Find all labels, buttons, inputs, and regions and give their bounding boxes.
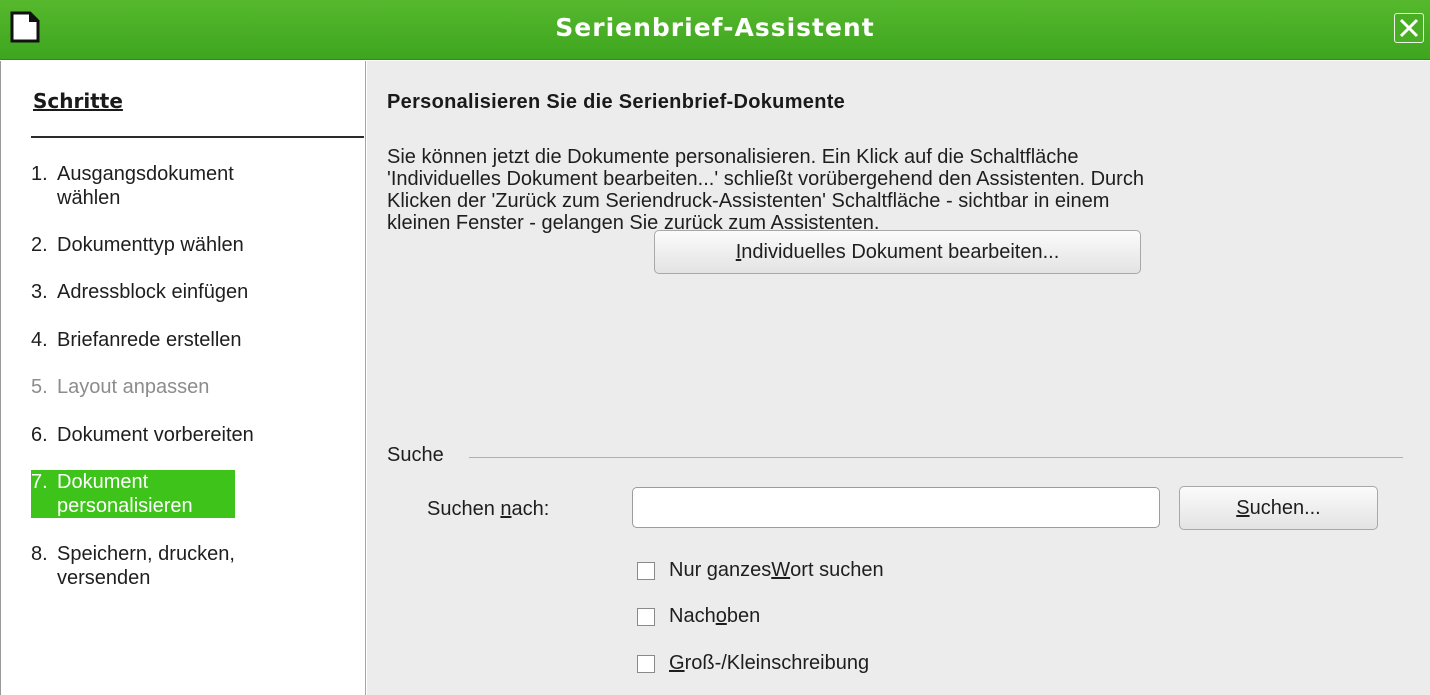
- step-item-8[interactable]: 8. Speichern, drucken, versenden: [31, 542, 317, 590]
- label-text: ach:: [511, 498, 550, 520]
- close-icon: [1399, 18, 1419, 38]
- page-title: Personalisieren Sie die Serienbrief-Doku…: [387, 91, 846, 113]
- search-input[interactable]: [632, 487, 1160, 528]
- whole-word-checkbox[interactable]: [637, 561, 655, 580]
- window-title: Serienbrief-Assistent: [555, 13, 875, 42]
- option-mnemonic: o: [715, 605, 727, 627]
- step-number: 3.: [31, 281, 48, 303]
- option-mnemonic: W: [771, 559, 791, 581]
- option-text: ort suchen: [790, 559, 884, 581]
- step-label: Briefanrede erstellen: [57, 329, 242, 351]
- step-number: 1.: [31, 163, 48, 185]
- step-number: 5.: [31, 376, 48, 398]
- search-group-label: Suche: [387, 444, 444, 466]
- step-label: Speichern, drucken, versenden: [57, 543, 235, 589]
- button-label: uchen...: [1249, 496, 1321, 519]
- step-number: 6.: [31, 424, 48, 446]
- button-label: ndividuelles Dokument bearbeiten...: [741, 240, 1060, 263]
- steps-title: Schritte: [33, 89, 123, 113]
- option-match-case[interactable]: Groß-/Kleinschreibung: [637, 652, 869, 675]
- step-number: 8.: [31, 543, 48, 565]
- description-line: Sie können jetzt die Dokumente personali…: [387, 146, 1079, 168]
- option-text: ben: [726, 605, 761, 627]
- option-whole-word[interactable]: Nur ganzes Wort suchen: [637, 559, 884, 582]
- main-panel: Personalisieren Sie die Serienbrief-Doku…: [367, 61, 1430, 695]
- option-text: Nach: [669, 605, 716, 627]
- step-item-6[interactable]: 6. Dokument vorbereiten: [31, 423, 347, 447]
- step-item-1[interactable]: 1. Ausgangsdokument wählen: [31, 162, 297, 210]
- sidebar-divider: [31, 136, 364, 138]
- description-line: Klicken der 'Zurück zum Seriendruck-Assi…: [387, 190, 1110, 212]
- description-line: 'Individuelles Dokument bearbeiten...' s…: [387, 168, 1144, 190]
- step-item-3[interactable]: 3. Adressblock einfügen: [31, 280, 347, 304]
- option-backwards[interactable]: Nach o ben: [637, 605, 760, 628]
- description-text: Sie können jetzt die Dokumente personali…: [387, 146, 1407, 234]
- label-text: Suchen: [427, 498, 501, 520]
- option-text: Nur ganzes: [669, 559, 772, 581]
- search-group-divider: [469, 457, 1403, 458]
- step-label: Ausgangsdokument wählen: [57, 163, 234, 209]
- title-bar: Serienbrief-Assistent: [0, 0, 1430, 60]
- step-item-4[interactable]: 4. Briefanrede erstellen: [31, 328, 347, 352]
- step-label: Dokument personalisieren: [57, 471, 193, 517]
- step-item-7-active[interactable]: 7. Dokument personalisieren: [31, 470, 235, 518]
- step-number: 2.: [31, 234, 48, 256]
- match-case-checkbox[interactable]: [637, 654, 655, 673]
- option-text: roß-/Kleinschreibung: [684, 652, 870, 674]
- step-item-5: 5. Layout anpassen: [31, 375, 347, 399]
- edit-individual-document-button[interactable]: Individuelles Dokument bearbeiten...: [654, 230, 1141, 274]
- close-button[interactable]: [1394, 13, 1424, 43]
- label-mnemonic: n: [500, 498, 512, 520]
- step-label: Layout anpassen: [57, 376, 210, 398]
- step-item-2[interactable]: 2. Dokumenttyp wählen: [31, 233, 347, 257]
- option-mnemonic: G: [669, 652, 685, 674]
- step-label: Dokument vorbereiten: [57, 424, 254, 446]
- step-number: 7.: [31, 471, 48, 493]
- step-label: Adressblock einfügen: [57, 281, 249, 303]
- button-mnemonic: S: [1236, 496, 1250, 519]
- search-button[interactable]: Suchen...: [1179, 486, 1378, 530]
- backwards-checkbox[interactable]: [637, 607, 655, 626]
- search-field-label: Suchen nach:: [427, 498, 549, 521]
- step-label: Dokumenttyp wählen: [57, 234, 244, 256]
- step-number: 4.: [31, 329, 48, 351]
